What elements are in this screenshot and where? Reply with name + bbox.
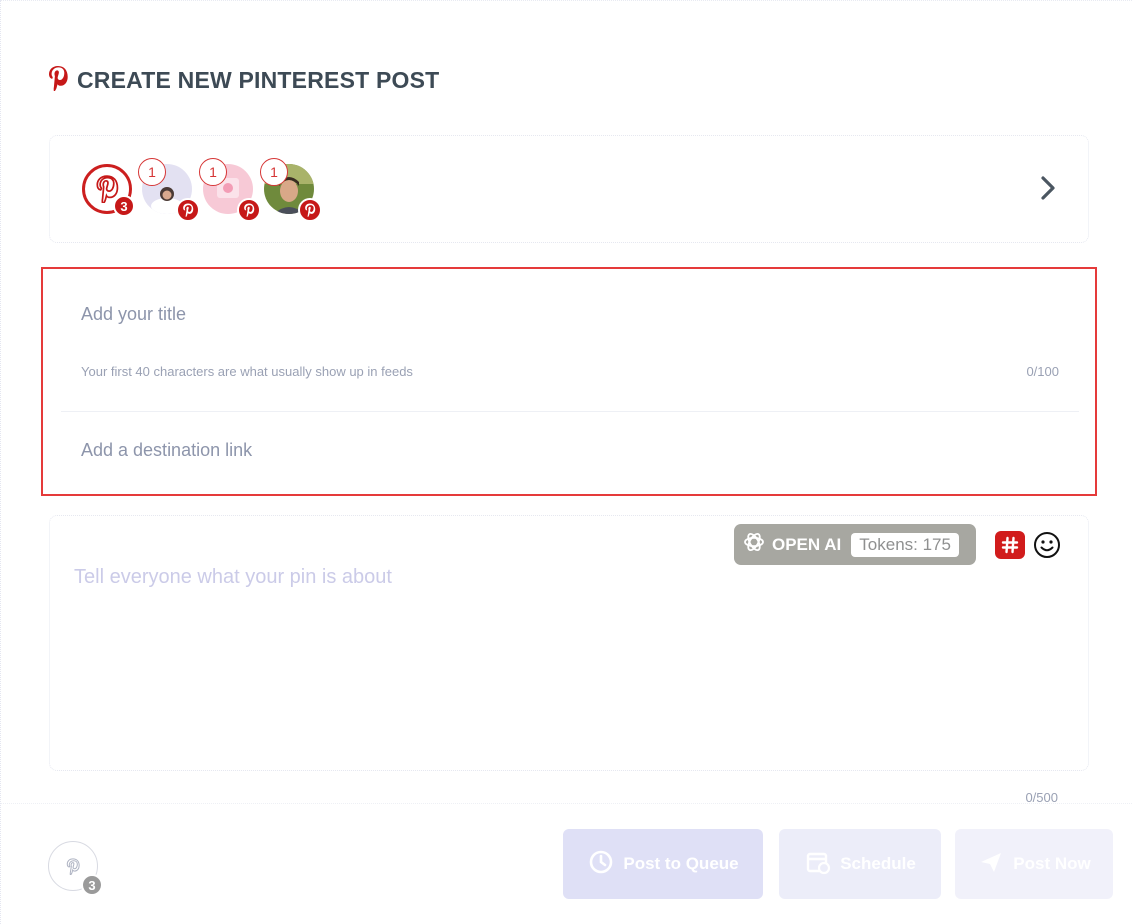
description-input[interactable] [74, 566, 1064, 756]
openai-button[interactable]: OPEN AI Tokens: 175 [734, 524, 976, 565]
account-count-badge: 3 [81, 874, 103, 896]
account-avatar-3[interactable]: 1 [260, 158, 322, 222]
account-count-badge: 1 [199, 158, 227, 186]
account-count-badge: 1 [260, 158, 288, 186]
queue-icon [587, 848, 615, 881]
pinterest-icon [298, 198, 322, 222]
account-count-badge: 1 [138, 158, 166, 186]
pinterest-icon [237, 198, 261, 222]
page-header: CREATE NEW PINTEREST POST [47, 65, 439, 96]
divider [61, 411, 1079, 412]
chevron-right-icon[interactable] [1036, 174, 1060, 202]
network-pinterest[interactable]: 3 [82, 164, 135, 217]
post-now-button[interactable]: Post Now [955, 829, 1113, 899]
create-post-page: CREATE NEW PINTEREST POST 3 1 1 1 Add yo… [0, 0, 1132, 924]
title-input[interactable] [81, 299, 1041, 329]
selected-accounts-button[interactable]: 3 [48, 841, 103, 896]
openai-label: OPEN AI [772, 534, 842, 554]
footer-divider [1, 803, 1132, 804]
queue-label: Post to Queue [623, 854, 739, 873]
pinterest-icon [176, 198, 200, 222]
calendar-icon [804, 848, 832, 881]
hashtag-icon[interactable] [995, 531, 1025, 559]
schedule-label: Schedule [840, 854, 916, 873]
title-link-panel: Your first 40 characters are what usuall… [41, 267, 1097, 496]
pinterest-icon [47, 65, 69, 96]
schedule-button[interactable]: Schedule [779, 829, 941, 899]
title-char-count: 0/100 [1026, 364, 1059, 379]
selected-count-badge: 3 [113, 195, 135, 217]
title-hint: Your first 40 characters are what usuall… [81, 364, 413, 379]
description-panel: OPEN AI Tokens: 175 [49, 515, 1089, 771]
tokens-counter: Tokens: 175 [851, 532, 959, 557]
pinterest-icon [66, 857, 80, 875]
destination-link-input[interactable] [81, 435, 1041, 465]
emoji-icon[interactable] [1032, 530, 1062, 560]
account-avatar-1[interactable]: 1 [138, 158, 200, 222]
send-icon [977, 848, 1005, 881]
account-avatar-2[interactable]: 1 [199, 158, 261, 222]
account-selector[interactable]: 3 1 1 1 [49, 135, 1089, 243]
post-now-label: Post Now [1013, 854, 1091, 873]
page-title: CREATE NEW PINTEREST POST [77, 67, 440, 93]
post-to-queue-button[interactable]: Post to Queue [563, 829, 763, 899]
openai-icon [742, 530, 766, 559]
